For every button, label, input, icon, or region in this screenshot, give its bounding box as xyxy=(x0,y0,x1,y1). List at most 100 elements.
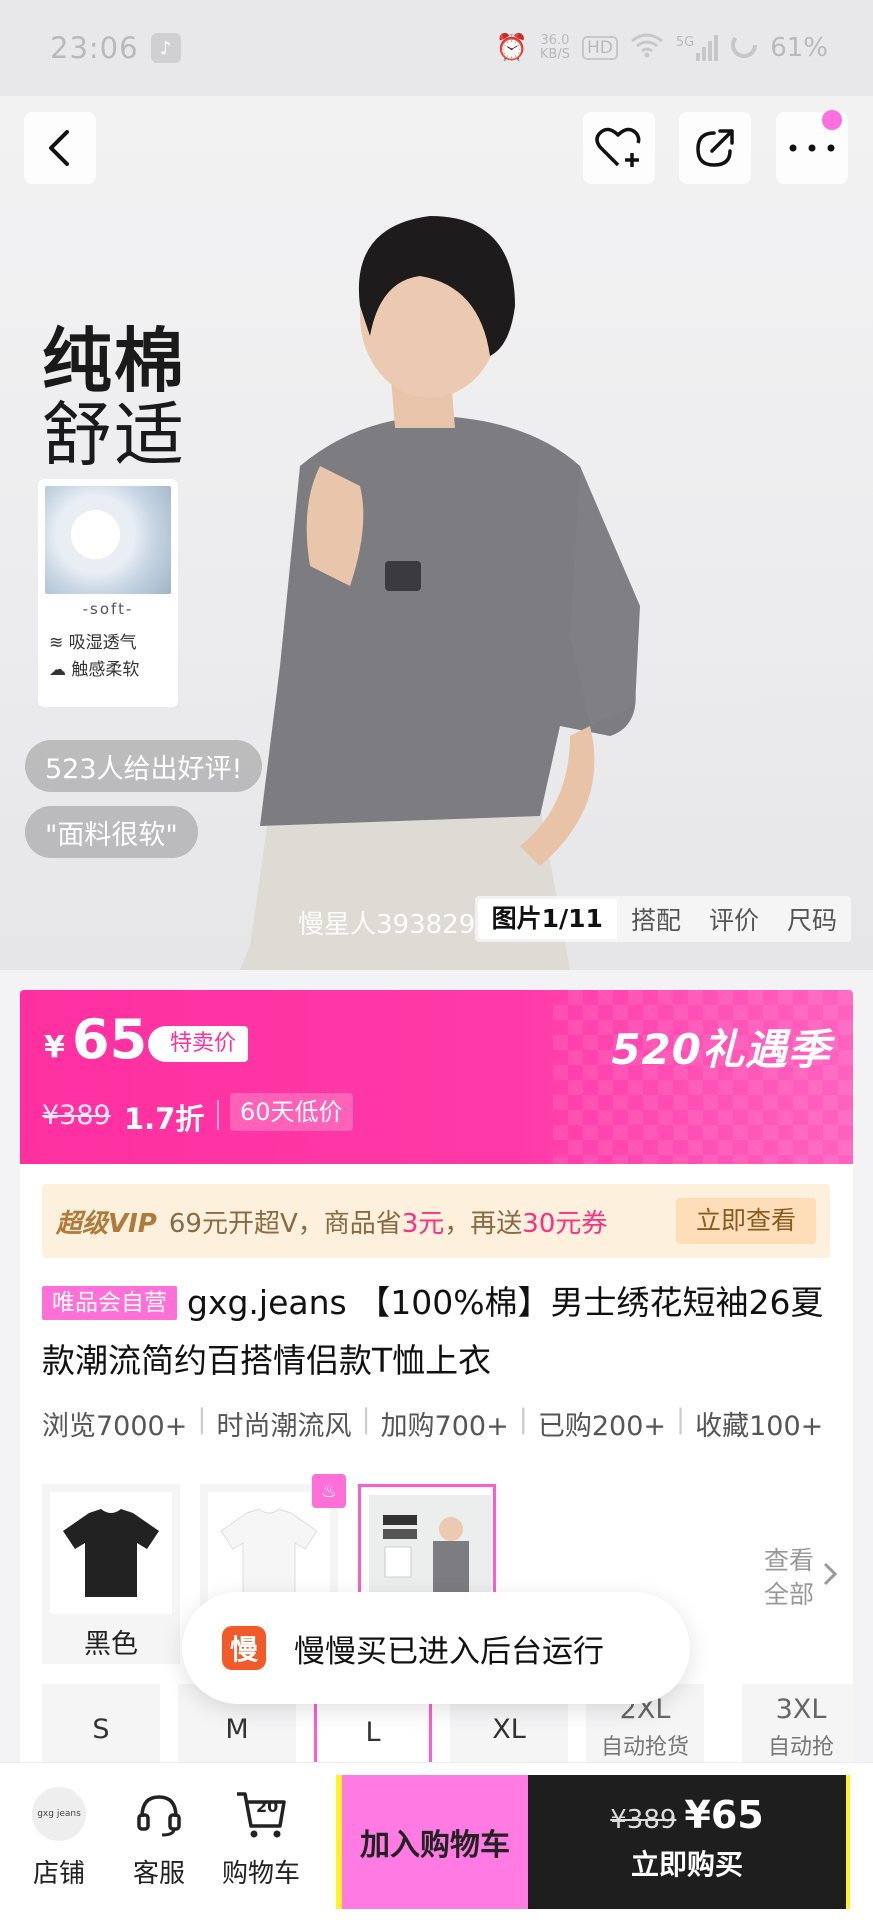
discount-label: 1.7折 xyxy=(124,1102,205,1136)
product-stats: 浏览7000+ | 时尚潮流风 | 加购700+ | 已购200+ | 收藏100+ xyxy=(42,1404,824,1442)
customer-service-button[interactable]: 客服 xyxy=(114,1785,204,1890)
share-button[interactable] xyxy=(679,112,751,184)
stat-added-to-cart: 加购700+ xyxy=(380,1411,509,1442)
product-image-gallery[interactable]: 纯棉 舒适 -soft- ≋ 吸湿透气 ☁ 触感柔软 523人给出好评! "面料… xyxy=(0,96,873,970)
alarm-icon: ⏰ xyxy=(495,33,528,63)
chevron-right-icon xyxy=(822,1560,838,1597)
tiktok-notification-icon: ♪ xyxy=(150,33,181,63)
headline-line2: 舒适 xyxy=(42,394,186,476)
size-s[interactable]: S xyxy=(42,1684,160,1764)
stat-views: 浏览7000+ xyxy=(42,1411,188,1442)
hd-icon: HD xyxy=(581,36,618,60)
add-to-cart-button[interactable]: 加入购物车 xyxy=(336,1775,528,1909)
feature-soft: ☁ 触感柔软 xyxy=(49,657,171,684)
tab-size[interactable]: 尺码 xyxy=(773,901,851,937)
stat-favorites: 收藏100+ xyxy=(695,1411,824,1442)
stat-style: 时尚潮流风 xyxy=(216,1411,352,1442)
see-all-line1: 查看 xyxy=(763,1546,814,1575)
self-operated-badge: 唯品会自营 xyxy=(42,1286,177,1320)
feature-label: 吸湿透气 xyxy=(68,633,137,653)
tab-images[interactable]: 图片1/11 xyxy=(477,899,617,939)
size-3xl[interactable]: 3XL 自动抢 xyxy=(742,1684,853,1764)
cart-count: 20 xyxy=(256,1797,279,1816)
see-all-line2: 全部 xyxy=(763,1580,814,1609)
shop-button[interactable]: gxg jeans 店铺 xyxy=(14,1785,104,1890)
event-title: 520礼遇季 xyxy=(611,1025,831,1074)
chevron-left-icon xyxy=(49,130,69,166)
size-sub-label: 自动抢货 xyxy=(600,1735,689,1760)
buy-now-button[interactable]: ¥389 ¥65 立即购买 xyxy=(528,1775,850,1909)
network-speed: 36.0 KB/S xyxy=(540,34,570,62)
size-label: M xyxy=(225,1714,249,1745)
size-label: 3XL xyxy=(775,1694,827,1725)
review-quote-pill[interactable]: "面料很软" xyxy=(25,806,198,858)
reviews-pill[interactable]: 523人给出好评! xyxy=(25,740,263,792)
wifi-icon xyxy=(630,32,664,65)
heart-plus-icon xyxy=(595,127,641,167)
cotton-feature-card: -soft- ≋ 吸湿透气 ☁ 触感柔软 xyxy=(38,479,178,707)
shop-label: 店铺 xyxy=(32,1859,85,1889)
wave-icon: ≋ xyxy=(49,633,64,653)
toast-message: 慢慢买已进入后台运行 xyxy=(294,1633,604,1670)
variant-black[interactable]: 黑色 xyxy=(42,1484,180,1664)
currency-symbol: ¥ xyxy=(44,1030,65,1065)
fire-icon: ♨ xyxy=(312,1474,346,1508)
buy-prices: ¥389 ¥65 xyxy=(528,1793,846,1837)
cotton-photo xyxy=(45,486,171,594)
headset-icon xyxy=(130,1785,188,1843)
hero-headline: 纯棉 舒适 xyxy=(42,324,186,472)
cart-label: 购物车 xyxy=(221,1859,300,1889)
low-price-badge: 60天低价 xyxy=(230,1093,353,1131)
status-bar: 23:06 ♪ ⏰ 36.0 KB/S HD 5G 61% xyxy=(0,0,873,96)
buy-now-label: 立即购买 xyxy=(630,1848,743,1881)
share-icon xyxy=(696,129,734,167)
cotton-features: ≋ 吸湿透气 ☁ 触感柔软 xyxy=(45,630,171,684)
vip-title: 超级VIP xyxy=(56,1208,157,1239)
see-all-variants[interactable]: 查看 全部 xyxy=(764,1544,838,1612)
bottom-action-bar: gxg jeans 店铺 客服 20 购物车 加入购物车 ¥389 ¥65 立即… xyxy=(0,1762,873,1920)
price-banner: ¥ 65 特卖价 520礼遇季 ¥389 1.7折 60天低价 xyxy=(20,990,853,1164)
shop-logo-icon: gxg jeans xyxy=(30,1785,88,1843)
battery-level: 61% xyxy=(770,33,828,63)
buy-original-price: ¥389 xyxy=(610,1805,677,1835)
soft-label: -soft- xyxy=(82,600,134,618)
vip-save-amount: 3元 xyxy=(401,1208,445,1239)
clock: 23:06 xyxy=(50,31,139,65)
size-sub-label: 自动抢 xyxy=(767,1735,834,1760)
size-label: S xyxy=(92,1714,110,1745)
network-speed-value: 36.0 xyxy=(540,33,570,48)
original-price: ¥389 xyxy=(42,1100,111,1131)
vip-text-b: ，再送 xyxy=(444,1208,523,1239)
variant-thumbnail xyxy=(50,1492,172,1614)
vip-promo-bar[interactable]: 超级VIP 69元开超V，商品省 3元 ，再送 30元券 立即查看 xyxy=(42,1184,830,1258)
model-photo xyxy=(240,216,640,970)
tab-reviews[interactable]: 评价 xyxy=(695,901,773,937)
feature-label: 触感柔软 xyxy=(71,660,140,680)
back-button[interactable] xyxy=(24,112,96,184)
size-label: L xyxy=(365,1717,381,1748)
service-label: 客服 xyxy=(132,1859,185,1889)
battery-icon xyxy=(730,31,758,66)
size-label: XL xyxy=(492,1714,526,1745)
sale-price-tag: 特卖价 xyxy=(148,1026,249,1062)
status-icons: ⏰ 36.0 KB/S HD 5G 61% xyxy=(496,31,828,66)
cart-button[interactable]: 20 购物车 xyxy=(216,1785,306,1890)
notification-dot xyxy=(822,110,842,130)
favorite-button[interactable] xyxy=(583,112,655,184)
tab-outfit[interactable]: 搭配 xyxy=(617,901,695,937)
shop-logo-text: gxg jeans xyxy=(32,1787,86,1841)
divider xyxy=(217,1100,219,1130)
vip-coupon: 30元券 xyxy=(522,1208,608,1239)
headline-line1: 纯棉 xyxy=(42,320,186,402)
manmanmai-app-icon: 慢 xyxy=(222,1626,266,1670)
vip-view-button[interactable]: 立即查看 xyxy=(675,1198,816,1244)
more-button[interactable] xyxy=(776,110,848,184)
gallery-tabs: 图片1/11 搭配 评价 尺码 xyxy=(474,896,851,942)
network-type: 5G xyxy=(675,35,695,50)
background-toast: 慢 慢慢买已进入后台运行 xyxy=(182,1592,690,1704)
feature-moisture: ≋ 吸湿透气 xyxy=(49,630,171,657)
current-price: 65 xyxy=(72,1008,148,1071)
vip-text-a: 69元开超V，商品省 xyxy=(168,1208,402,1239)
buy-price: ¥65 xyxy=(684,1793,764,1837)
cloud-icon: ☁ xyxy=(49,660,66,680)
